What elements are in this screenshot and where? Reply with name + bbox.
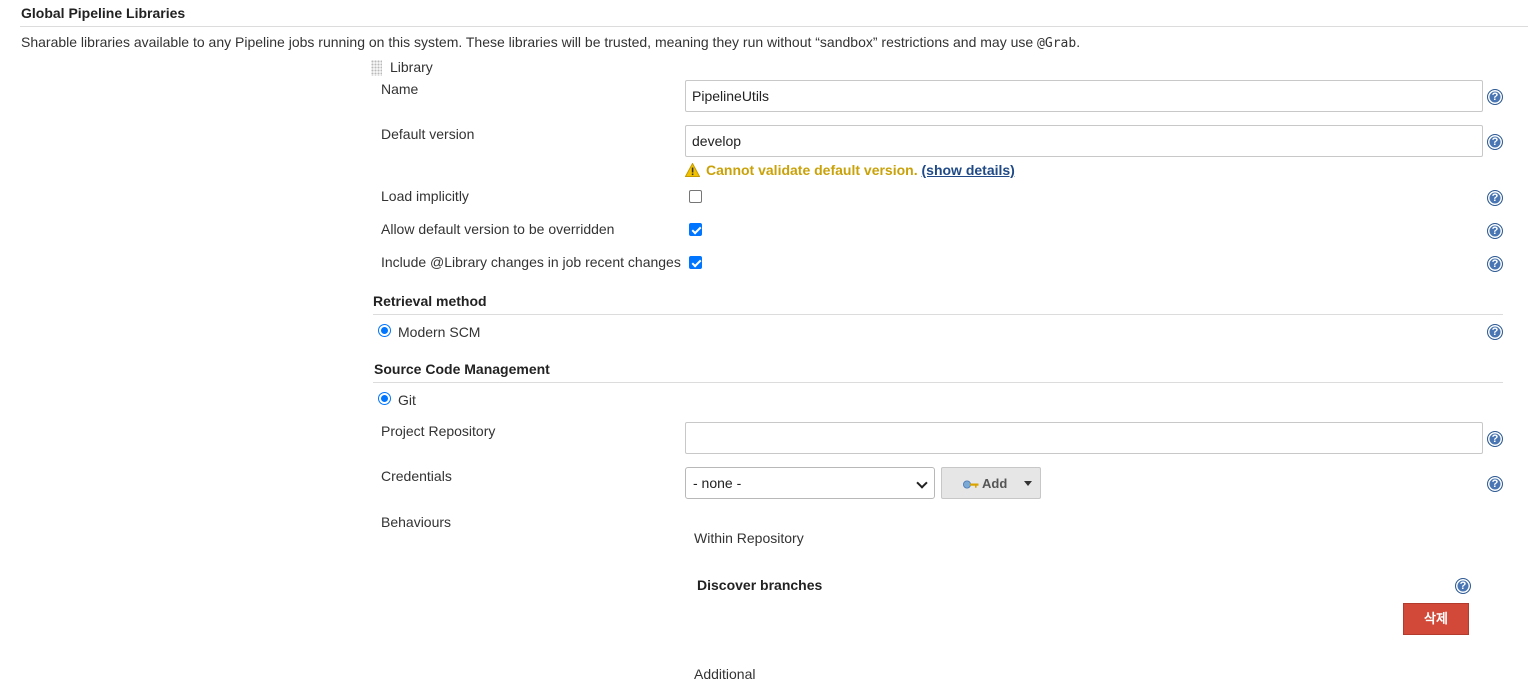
- include-changes-label: Include @Library changes in job recent c…: [381, 254, 681, 270]
- scm-title: Source Code Management: [374, 361, 550, 377]
- chevron-down-icon: [916, 477, 928, 489]
- within-repository-label: Within Repository: [694, 530, 804, 546]
- section-title-global-pipeline-libraries: Global Pipeline Libraries: [21, 5, 186, 21]
- question-circle-icon[interactable]: ?: [1487, 89, 1503, 105]
- default-version-label: Default version: [381, 126, 475, 142]
- question-circle-icon[interactable]: ?: [1487, 223, 1503, 239]
- modern-scm-label: Modern SCM: [398, 324, 481, 340]
- section-divider: [20, 26, 1528, 27]
- section-divider: [373, 314, 1503, 315]
- question-circle-icon[interactable]: ?: [1487, 431, 1503, 447]
- warning-text: Cannot validate default version.: [706, 162, 918, 178]
- git-radio[interactable]: [378, 392, 391, 405]
- project-repository-input[interactable]: [685, 422, 1483, 454]
- load-implicitly-checkbox[interactable]: [689, 190, 702, 203]
- delete-button[interactable]: 삭제: [1403, 603, 1469, 635]
- description-end: .: [1076, 34, 1081, 50]
- discover-branches-title: Discover branches: [697, 577, 823, 593]
- modern-scm-radio[interactable]: [378, 324, 391, 337]
- additional-label: Additional: [694, 666, 756, 682]
- caret-down-icon: [1024, 481, 1032, 486]
- credentials-label: Credentials: [381, 468, 452, 484]
- key-icon: [963, 480, 979, 489]
- warning-triangle-icon: [685, 163, 700, 177]
- credentials-select[interactable]: - none -: [685, 467, 935, 499]
- git-label: Git: [398, 392, 416, 408]
- question-circle-icon[interactable]: ?: [1487, 256, 1503, 272]
- allow-override-checkbox[interactable]: [689, 223, 702, 236]
- credentials-selected-value: - none -: [693, 475, 742, 491]
- section-divider: [373, 382, 1503, 383]
- show-details-link[interactable]: (show details): [922, 162, 1015, 178]
- question-circle-icon[interactable]: ?: [1487, 324, 1503, 340]
- question-circle-icon[interactable]: ?: [1487, 134, 1503, 150]
- question-circle-icon[interactable]: ?: [1487, 190, 1503, 206]
- retrieval-method-title: Retrieval method: [373, 293, 487, 309]
- add-button-label: Add: [982, 476, 1008, 491]
- allow-override-label: Allow default version to be overridden: [381, 221, 615, 237]
- library-header: Library: [390, 59, 433, 75]
- default-version-warning: Cannot validate default version. (show d…: [706, 162, 1015, 178]
- question-circle-icon[interactable]: ?: [1487, 476, 1503, 492]
- project-repository-label: Project Repository: [381, 423, 496, 439]
- load-implicitly-label: Load implicitly: [381, 188, 469, 204]
- section-description: Sharable libraries available to any Pipe…: [21, 34, 1080, 51]
- add-credentials-button[interactable]: Add: [941, 467, 1041, 499]
- question-circle-icon[interactable]: ?: [1455, 578, 1471, 594]
- behaviours-label: Behaviours: [381, 514, 452, 530]
- name-input[interactable]: PipelineUtils: [685, 80, 1483, 112]
- description-code: @Grab: [1037, 36, 1077, 51]
- description-text: Sharable libraries available to any Pipe…: [21, 34, 1038, 50]
- drag-handle-icon[interactable]: [371, 60, 382, 76]
- default-version-input[interactable]: develop: [685, 125, 1483, 157]
- name-label: Name: [381, 81, 419, 97]
- include-changes-checkbox[interactable]: [689, 256, 702, 269]
